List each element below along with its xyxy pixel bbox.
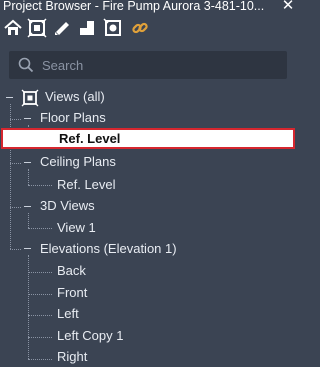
tree-group-elevations[interactable]: Elevations (Elevation 1): [40, 239, 177, 259]
collapse-toggle-floor-plans[interactable]: [23, 114, 32, 123]
views-filter-icon[interactable]: [27, 18, 47, 38]
tree-group-ceiling-plans[interactable]: Ceiling Plans: [40, 152, 116, 172]
collapse-toggle-ceiling-plans[interactable]: [23, 158, 32, 167]
tree-item-front[interactable]: Front: [57, 283, 87, 303]
collapse-toggle-3d-views[interactable]: [23, 202, 32, 211]
close-icon[interactable]: ✕: [280, 0, 296, 14]
tree-item-left[interactable]: Left: [57, 304, 79, 324]
sheets-icon[interactable]: [52, 18, 72, 38]
tree-item-ceiling-ref-level[interactable]: Ref. Level: [57, 175, 116, 195]
browser-toolbar: [0, 14, 298, 44]
revit-links-icon[interactable]: [130, 18, 150, 38]
tree-group-3d-views[interactable]: 3D Views: [40, 196, 95, 216]
search-icon: [18, 57, 34, 73]
tree-item-floor-ref-level-selected[interactable]: Ref. Level: [1, 128, 295, 149]
collapse-toggle-views[interactable]: [5, 93, 14, 102]
tree-root-views[interactable]: Views (all): [45, 87, 105, 107]
search-box: [9, 51, 287, 79]
families-icon[interactable]: [77, 18, 97, 38]
views-icon: [21, 89, 39, 107]
tree-item-back[interactable]: Back: [57, 261, 86, 281]
tree-item-right[interactable]: Right: [57, 347, 87, 367]
tree-group-floor-plans[interactable]: Floor Plans: [40, 108, 106, 128]
search-input[interactable]: [42, 51, 277, 79]
panel-titlebar: Project Browser - Fire Pump Aurora 3-481…: [0, 0, 298, 14]
panel-title: Project Browser - Fire Pump Aurora 3-481…: [3, 0, 265, 13]
selected-item-label: Ref. Level: [59, 131, 121, 146]
tree-item-view-1[interactable]: View 1: [57, 218, 96, 238]
groups-icon[interactable]: [103, 18, 123, 38]
home-icon[interactable]: [3, 18, 23, 38]
tree-item-left-copy-1[interactable]: Left Copy 1: [57, 326, 124, 346]
collapse-toggle-elevations[interactable]: [23, 244, 32, 253]
